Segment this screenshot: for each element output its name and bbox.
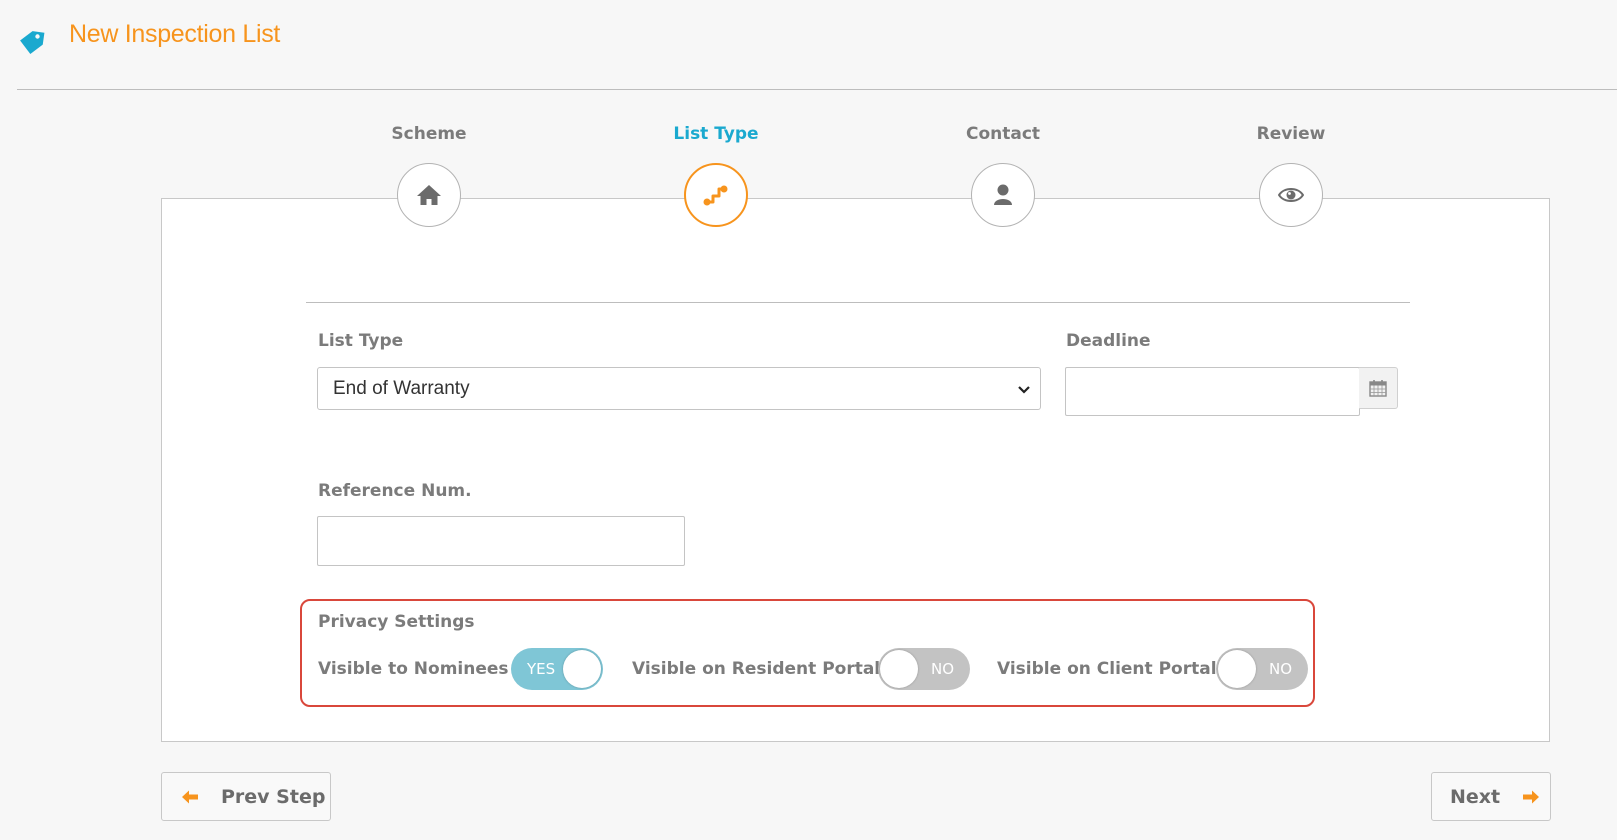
calendar-icon: [1369, 380, 1387, 397]
client-portal-toggle[interactable]: NO: [1216, 648, 1308, 690]
step-label: Contact: [965, 124, 1041, 144]
list-type-value: End of Warranty: [333, 378, 470, 399]
list-type-label: List Type: [318, 331, 404, 351]
deadline-input[interactable]: [1065, 367, 1360, 416]
toggle-label-resident-portal: Visible on Resident Portal: [632, 659, 881, 679]
deadline-label: Deadline: [1066, 331, 1151, 351]
home-icon: [417, 185, 441, 205]
step-circle[interactable]: [1259, 163, 1323, 227]
user-icon: [994, 184, 1012, 205]
calendar-button[interactable]: [1359, 367, 1398, 409]
step-label: List Type: [673, 124, 759, 144]
next-button[interactable]: Next: [1431, 772, 1551, 821]
resident-portal-toggle[interactable]: NO: [878, 648, 970, 690]
wizard-step-contact[interactable]: Contact: [893, 122, 1113, 227]
toggle-state: NO: [930, 660, 954, 678]
wizard-step-list-type[interactable]: List Type: [606, 122, 826, 227]
toggle-knob: [563, 650, 601, 688]
step-label: Review: [1256, 124, 1326, 144]
list-type-select[interactable]: End of Warranty: [317, 367, 1041, 410]
flow-icon: [703, 185, 728, 206]
toggle-state: YES: [527, 660, 556, 678]
page-header: New Inspection List: [0, 0, 1617, 90]
toggle-knob: [880, 650, 918, 688]
page-title: New Inspection List: [69, 20, 281, 48]
eye-icon: [1278, 188, 1304, 202]
wizard-step-scheme[interactable]: Scheme: [319, 122, 539, 227]
form-divider: [306, 302, 1410, 303]
header-divider: [17, 89, 1617, 90]
prev-step-button[interactable]: Prev Step: [161, 772, 331, 821]
toggle-knob: [1218, 650, 1256, 688]
wizard-step-review[interactable]: Review: [1181, 122, 1401, 227]
arrow-right-icon: [1523, 790, 1540, 803]
reference-label: Reference Num.: [318, 481, 472, 501]
toggle-label-client-portal: Visible on Client Portal: [997, 659, 1217, 679]
tag-icon: [20, 31, 45, 55]
nominees-toggle[interactable]: YES: [511, 648, 603, 690]
step-circle[interactable]: [684, 163, 748, 227]
arrow-left-icon: [182, 790, 198, 803]
privacy-settings-title: Privacy Settings: [318, 612, 475, 632]
chevron-down-icon: [1018, 386, 1030, 394]
step-label: Scheme: [391, 124, 467, 144]
step-circle[interactable]: [397, 163, 461, 227]
toggle-label-nominees: Visible to Nominees: [318, 659, 509, 679]
step-circle[interactable]: [971, 163, 1035, 227]
next-label: Next: [1450, 785, 1501, 808]
prev-step-label: Prev Step: [221, 785, 326, 808]
toggle-state: NO: [1268, 660, 1292, 678]
reference-input[interactable]: [317, 516, 685, 566]
